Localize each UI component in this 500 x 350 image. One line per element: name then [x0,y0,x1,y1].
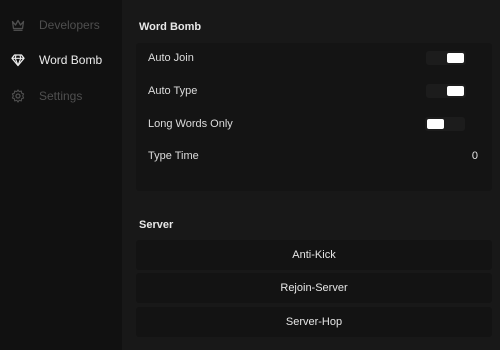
toggle-knob [447,53,464,63]
long-words-only-toggle[interactable] [425,117,465,131]
auto-join-toggle[interactable] [426,51,466,65]
long-words-only-row: Long Words Only [136,111,492,137]
sidebar-item-label: Developers [39,18,100,32]
type-time-value[interactable]: 0 [472,150,478,162]
auto-type-row: Auto Type [136,78,492,104]
auto-type-toggle[interactable] [426,84,466,98]
section-title-word-bomb: Word Bomb [139,21,202,33]
sidebar-item-settings[interactable]: Settings [0,82,122,110]
auto-join-label: Auto Join [148,52,194,64]
app-window: Developers Word Bomb Settings Word Bomb … [0,0,500,350]
long-words-only-label: Long Words Only [148,118,233,130]
sidebar-item-label: Word Bomb [39,53,103,67]
crown-icon [11,19,25,31]
gear-icon [11,89,25,103]
word-bomb-card: Auto Join Auto Type Long Words Only Type… [136,43,492,191]
auto-join-row: Auto Join [136,45,492,71]
sidebar: Developers Word Bomb Settings [0,0,122,350]
sidebar-item-label: Settings [39,89,83,103]
rejoin-server-button[interactable]: Rejoin-Server [136,273,492,303]
type-time-label: Type Time [148,150,199,162]
toggle-knob [427,119,444,129]
section-title-server: Server [139,219,174,231]
sidebar-item-developers[interactable]: Developers [0,11,122,39]
main-panel: Word Bomb Auto Join Auto Type Long Words… [122,0,500,350]
diamond-icon [11,54,25,67]
auto-type-label: Auto Type [148,85,198,97]
type-time-row[interactable]: Type Time 0 [136,143,492,169]
toggle-knob [447,86,464,96]
server-hop-button[interactable]: Server-Hop [136,307,492,337]
anti-kick-button[interactable]: Anti-Kick [136,240,492,270]
sidebar-item-word-bomb[interactable]: Word Bomb [0,46,122,74]
